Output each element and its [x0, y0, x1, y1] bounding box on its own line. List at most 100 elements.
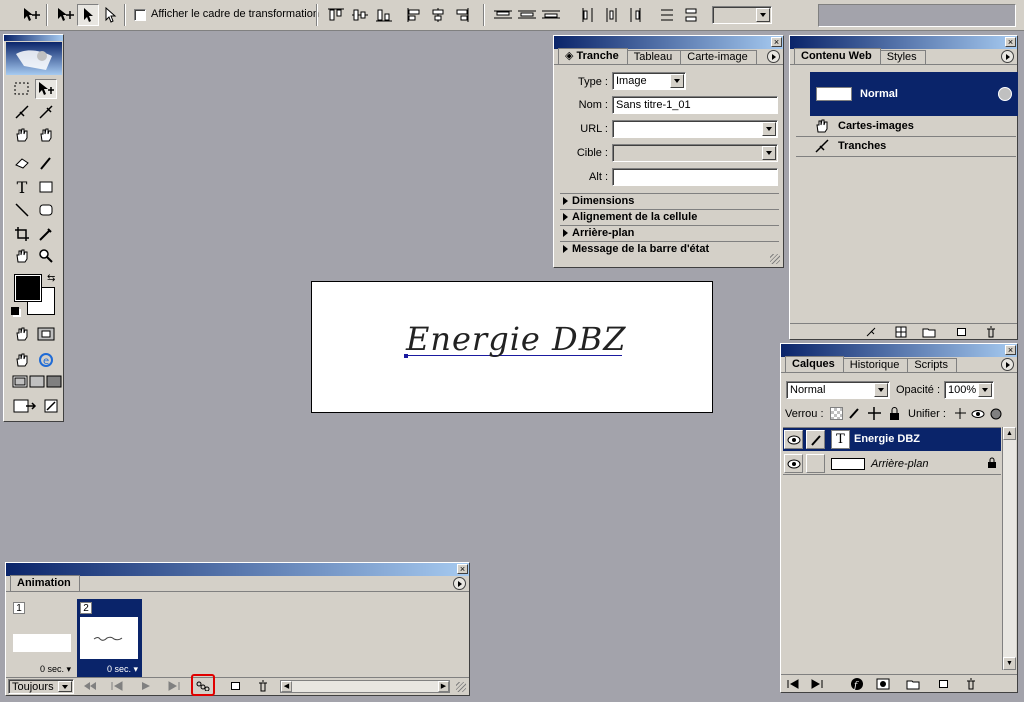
arrow-select-icon[interactable]	[77, 4, 99, 26]
distribute-top-icon[interactable]	[492, 4, 514, 26]
crop-tool-icon[interactable]	[11, 224, 33, 244]
lock-transparency-icon[interactable]	[830, 407, 843, 420]
align-left-icon[interactable]	[403, 4, 425, 26]
layer-row[interactable]: Arrière-plan	[783, 452, 1001, 475]
section-background[interactable]: Arrière-plan	[560, 225, 779, 240]
target-select[interactable]	[612, 144, 778, 162]
name-input[interactable]: Sans titre-1_01	[612, 96, 778, 114]
eraser-tool-icon[interactable]	[11, 153, 33, 173]
foreground-color-swatch[interactable]	[14, 274, 42, 302]
tab-carte-image[interactable]: Carte-image	[680, 50, 757, 64]
jump-to-imageready-icon[interactable]	[11, 396, 39, 416]
prev-frame-icon[interactable]	[109, 679, 125, 693]
quick-mask-icon[interactable]	[35, 324, 57, 344]
close-icon[interactable]: ×	[1005, 345, 1016, 355]
layer-row[interactable]: T Energie DBZ	[783, 428, 1001, 451]
scroll-right-icon[interactable]: ▶	[438, 681, 449, 692]
next-frame-icon[interactable]	[809, 677, 825, 691]
frame-delay[interactable]: 0 sec. ▾	[107, 664, 138, 675]
close-icon[interactable]: ×	[771, 37, 782, 47]
new-slice-icon[interactable]	[863, 325, 879, 339]
zoom-tool-icon[interactable]	[35, 246, 57, 266]
preview-tool-icon[interactable]	[11, 350, 33, 370]
rounded-rect-tool-icon[interactable]	[35, 200, 57, 220]
tab-historique[interactable]: Historique	[842, 358, 909, 372]
rectangle-tool-icon[interactable]	[35, 177, 57, 197]
standard-mode-icon[interactable]	[11, 324, 33, 344]
direct-select-icon[interactable]	[99, 4, 121, 26]
loop-select[interactable]: Toujours	[8, 679, 74, 694]
brush-tool-icon[interactable]	[35, 153, 57, 173]
hand-pan-tool-icon[interactable]	[11, 246, 33, 266]
close-icon[interactable]: ×	[1005, 37, 1016, 47]
play-icon[interactable]	[138, 679, 154, 693]
animation-frame-2[interactable]: 2 0 sec. ▾	[77, 599, 142, 677]
rollover-options-icon[interactable]	[998, 87, 1012, 101]
align-top-icon[interactable]	[325, 4, 347, 26]
duplicate-frame-icon[interactable]	[227, 679, 243, 693]
tab-calques[interactable]: Calques	[785, 356, 844, 372]
new-layer-icon[interactable]	[935, 677, 951, 691]
distribute-bottom-icon[interactable]	[540, 4, 562, 26]
unify-visibility-icon[interactable]	[971, 406, 986, 421]
prev-frame-icon[interactable]	[785, 677, 801, 691]
tab-tableau[interactable]: Tableau	[626, 50, 682, 64]
tab-scripts[interactable]: Scripts	[907, 358, 957, 372]
distribute-options-icon[interactable]	[680, 4, 702, 26]
scroll-down-icon[interactable]: ▼	[1003, 657, 1016, 670]
distribute-left-icon[interactable]	[577, 4, 599, 26]
layers-scrollbar[interactable]: ▲ ▼	[1002, 427, 1016, 670]
lock-position-icon[interactable]	[867, 406, 882, 421]
blend-mode-select[interactable]: Normal	[786, 381, 890, 399]
panel-menu-icon[interactable]	[453, 577, 466, 590]
align-bottom-icon[interactable]	[373, 4, 395, 26]
type-select[interactable]: Image	[612, 72, 686, 90]
tween-icon[interactable]	[195, 679, 211, 693]
new-state-icon[interactable]	[953, 325, 969, 339]
new-layer-set-icon[interactable]	[905, 677, 921, 691]
layer-mask-icon[interactable]	[875, 677, 891, 691]
swap-colors-icon[interactable]: ⇆	[47, 273, 55, 284]
section-cell-alignment[interactable]: Alignement de la cellule	[560, 209, 779, 224]
panel-menu-icon[interactable]	[1001, 50, 1014, 63]
panel-menu-icon[interactable]	[1001, 358, 1014, 371]
magic-slice-tool-icon[interactable]	[35, 102, 57, 122]
line-tool-icon[interactable]	[11, 200, 33, 220]
section-status-message[interactable]: Message de la barre d'état	[560, 241, 779, 256]
default-colors-icon[interactable]	[11, 307, 19, 315]
eye-icon[interactable]	[784, 454, 803, 473]
edit-in-photoshop-icon[interactable]	[40, 396, 62, 416]
panel-menu-icon[interactable]	[767, 50, 780, 63]
brush-link-icon[interactable]	[806, 430, 825, 449]
web-item-image-maps[interactable]: Cartes-images	[838, 120, 914, 132]
slice-select-tool-icon[interactable]	[20, 4, 42, 26]
first-frame-icon[interactable]	[82, 679, 98, 693]
layer-style-icon[interactable]: f	[849, 677, 865, 691]
frames-scrollbar[interactable]: ◀ ▶	[280, 680, 450, 693]
options-dropdown[interactable]	[712, 6, 772, 24]
browser-preview-icon[interactable]: e	[35, 350, 57, 370]
tab-contenu-web[interactable]: Contenu Web	[794, 48, 881, 64]
align-vcenter-icon[interactable]	[349, 4, 371, 26]
adobe-logo[interactable]	[6, 42, 62, 75]
distribute-hcenter-icon[interactable]	[601, 4, 623, 26]
hand-slice-tool-icon[interactable]	[35, 125, 57, 145]
canvas-text[interactable]: Energie DBZ	[406, 320, 626, 358]
opacity-input[interactable]: 100%	[944, 381, 994, 399]
scroll-left-icon[interactable]: ◀	[281, 681, 292, 692]
trash-icon[interactable]	[963, 677, 979, 691]
show-transform-checkbox[interactable]	[134, 9, 146, 21]
close-icon[interactable]: ×	[457, 564, 468, 574]
web-item-slices[interactable]: Tranches	[838, 140, 886, 152]
hand-tool-icon[interactable]	[11, 125, 33, 145]
path-select-tool-icon[interactable]	[54, 4, 76, 26]
lock-all-icon[interactable]	[887, 406, 902, 421]
tab-styles[interactable]: Styles	[879, 50, 926, 64]
lasso-slice-tool-icon[interactable]	[11, 102, 33, 122]
distribute-right-icon[interactable]	[625, 4, 647, 26]
eye-icon[interactable]	[784, 430, 803, 449]
next-frame-icon[interactable]	[166, 679, 182, 693]
new-table-icon[interactable]	[893, 325, 909, 339]
url-input[interactable]	[612, 120, 778, 138]
resize-grip[interactable]	[456, 682, 466, 692]
